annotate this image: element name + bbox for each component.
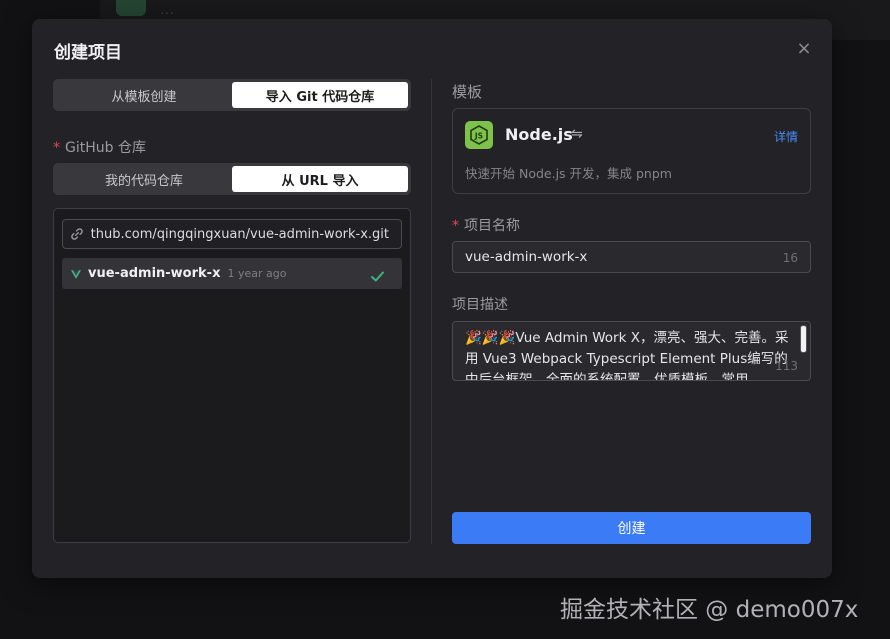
project-name-value: vue-admin-work-x <box>465 249 588 265</box>
create-button[interactable]: 创建 <box>452 512 811 544</box>
background-app-icon <box>116 0 146 16</box>
github-repo-label-text: GitHub 仓库 <box>65 140 146 156</box>
project-name-char-count: 16 <box>782 251 798 265</box>
background-text: … <box>160 2 174 18</box>
create-project-dialog: 创建项目 × 从模板创建 导入 Git 代码仓库 * GitHub 仓库 我的代码… <box>32 19 832 578</box>
template-label: 模板 <box>452 83 483 101</box>
check-icon <box>371 267 384 286</box>
project-description-textarea[interactable]: 🎉🎉🎉Vue Admin Work X，漂亮、强大、完善。采用 Vue3 Web… <box>452 321 811 381</box>
repo-list-item[interactable]: vue-admin-work-x 1 year ago <box>62 258 402 289</box>
template-description: 快速开始 Node.js 开发，集成 pnpm <box>465 166 672 181</box>
template-detail-link[interactable]: 详情 <box>774 128 798 145</box>
repo-url-value: https://github.com/qingqingxuan/vue-admi… <box>91 226 389 242</box>
tab-from-template[interactable]: 从模板创建 <box>56 82 232 108</box>
project-description-value: 🎉🎉🎉Vue Admin Work X，漂亮、强大、完善。采用 Vue3 Web… <box>465 330 789 381</box>
vue-logo-icon <box>71 264 81 283</box>
svg-text:JS: JS <box>474 132 483 141</box>
nodejs-icon: JS <box>465 121 493 149</box>
watermark: 掘金技术社区 @ demo007x <box>560 597 859 623</box>
dialog-title: 创建项目 <box>54 43 122 63</box>
tab-import-from-url[interactable]: 从 URL 导入 <box>232 166 408 192</box>
required-mark: * <box>452 218 459 234</box>
tab-my-repos[interactable]: 我的代码仓库 <box>56 166 232 192</box>
repo-updated-time: 1 year ago <box>227 267 287 280</box>
swap-icon[interactable]: ⇋ <box>571 126 583 142</box>
textarea-scrollbar[interactable] <box>800 325 807 353</box>
column-divider <box>431 79 432 544</box>
tab-import-git[interactable]: 导入 Git 代码仓库 <box>232 82 408 108</box>
github-repo-label: * GitHub 仓库 <box>53 137 146 157</box>
close-icon[interactable]: × <box>796 40 812 58</box>
project-name-input[interactable]: vue-admin-work-x 16 <box>452 241 811 273</box>
link-icon <box>63 227 91 241</box>
template-card: JS Node.js ⇋ 详情 快速开始 Node.js 开发，集成 pnpm <box>452 108 811 194</box>
repo-name: vue-admin-work-x <box>88 266 221 281</box>
repo-url-input[interactable]: https://github.com/qingqingxuan/vue-admi… <box>62 219 402 249</box>
project-name-label: * 项目名称 <box>452 215 520 235</box>
project-name-label-text: 项目名称 <box>464 218 520 234</box>
source-tabs: 从模板创建 导入 Git 代码仓库 <box>53 79 411 111</box>
project-description-char-count: 113 <box>775 359 798 373</box>
project-description-label: 项目描述 <box>452 297 508 313</box>
github-source-tabs: 我的代码仓库 从 URL 导入 <box>53 163 411 195</box>
repo-list-panel: https://github.com/qingqingxuan/vue-admi… <box>53 208 411 543</box>
template-name: Node.js <box>505 125 573 144</box>
required-mark: * <box>53 140 60 156</box>
